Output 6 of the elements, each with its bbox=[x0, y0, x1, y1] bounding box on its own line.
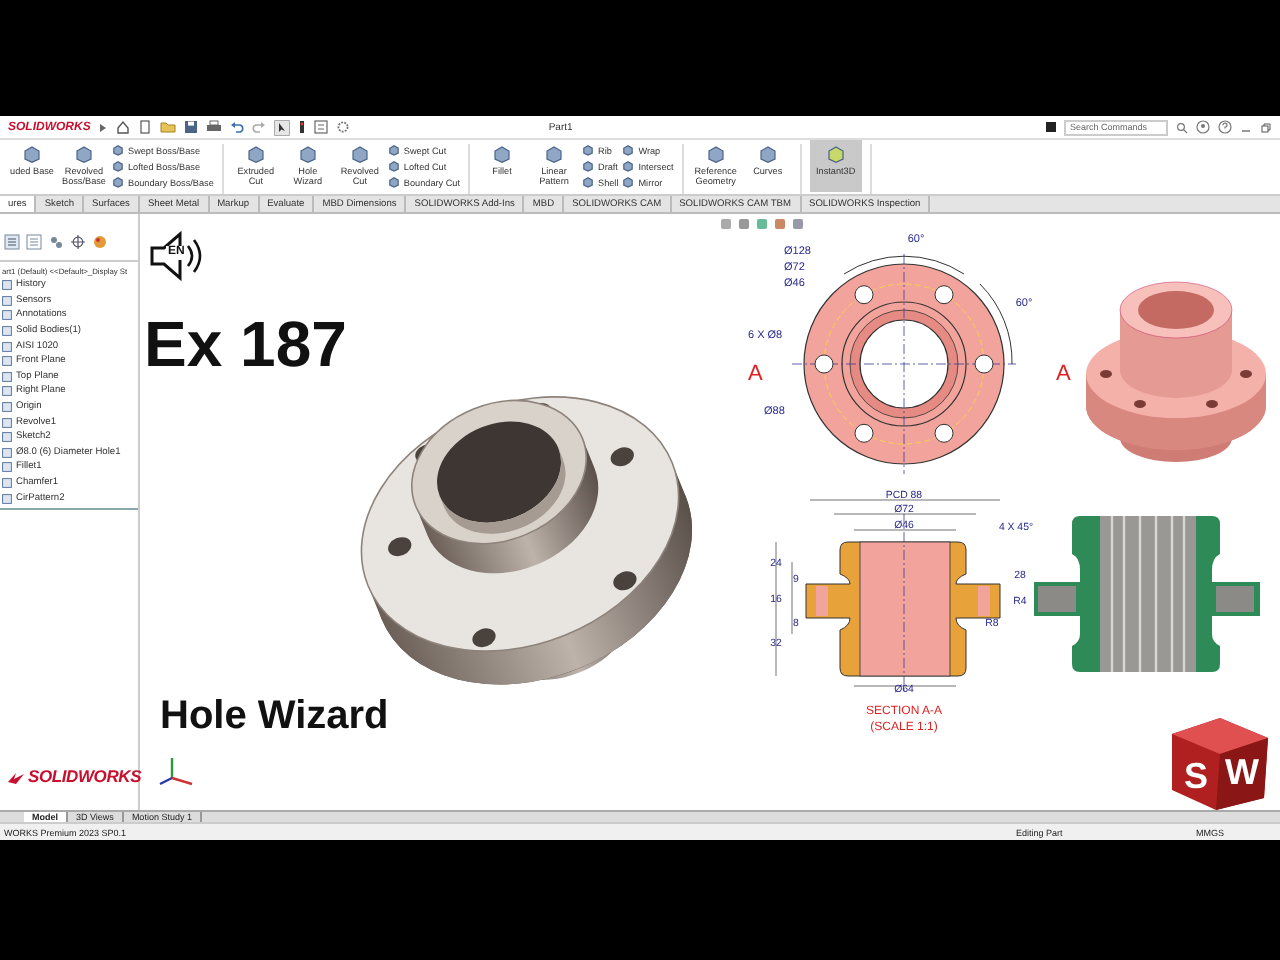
brand-cube-logo: S W bbox=[1172, 718, 1268, 810]
section-marker: A bbox=[1056, 362, 1071, 386]
exercise-title: Ex 187 bbox=[144, 308, 347, 382]
brand-logo: SOLIDWORKS bbox=[28, 766, 142, 786]
exercise-subtitle: Hole Wizard bbox=[160, 694, 389, 740]
section-marker: A bbox=[748, 362, 763, 386]
